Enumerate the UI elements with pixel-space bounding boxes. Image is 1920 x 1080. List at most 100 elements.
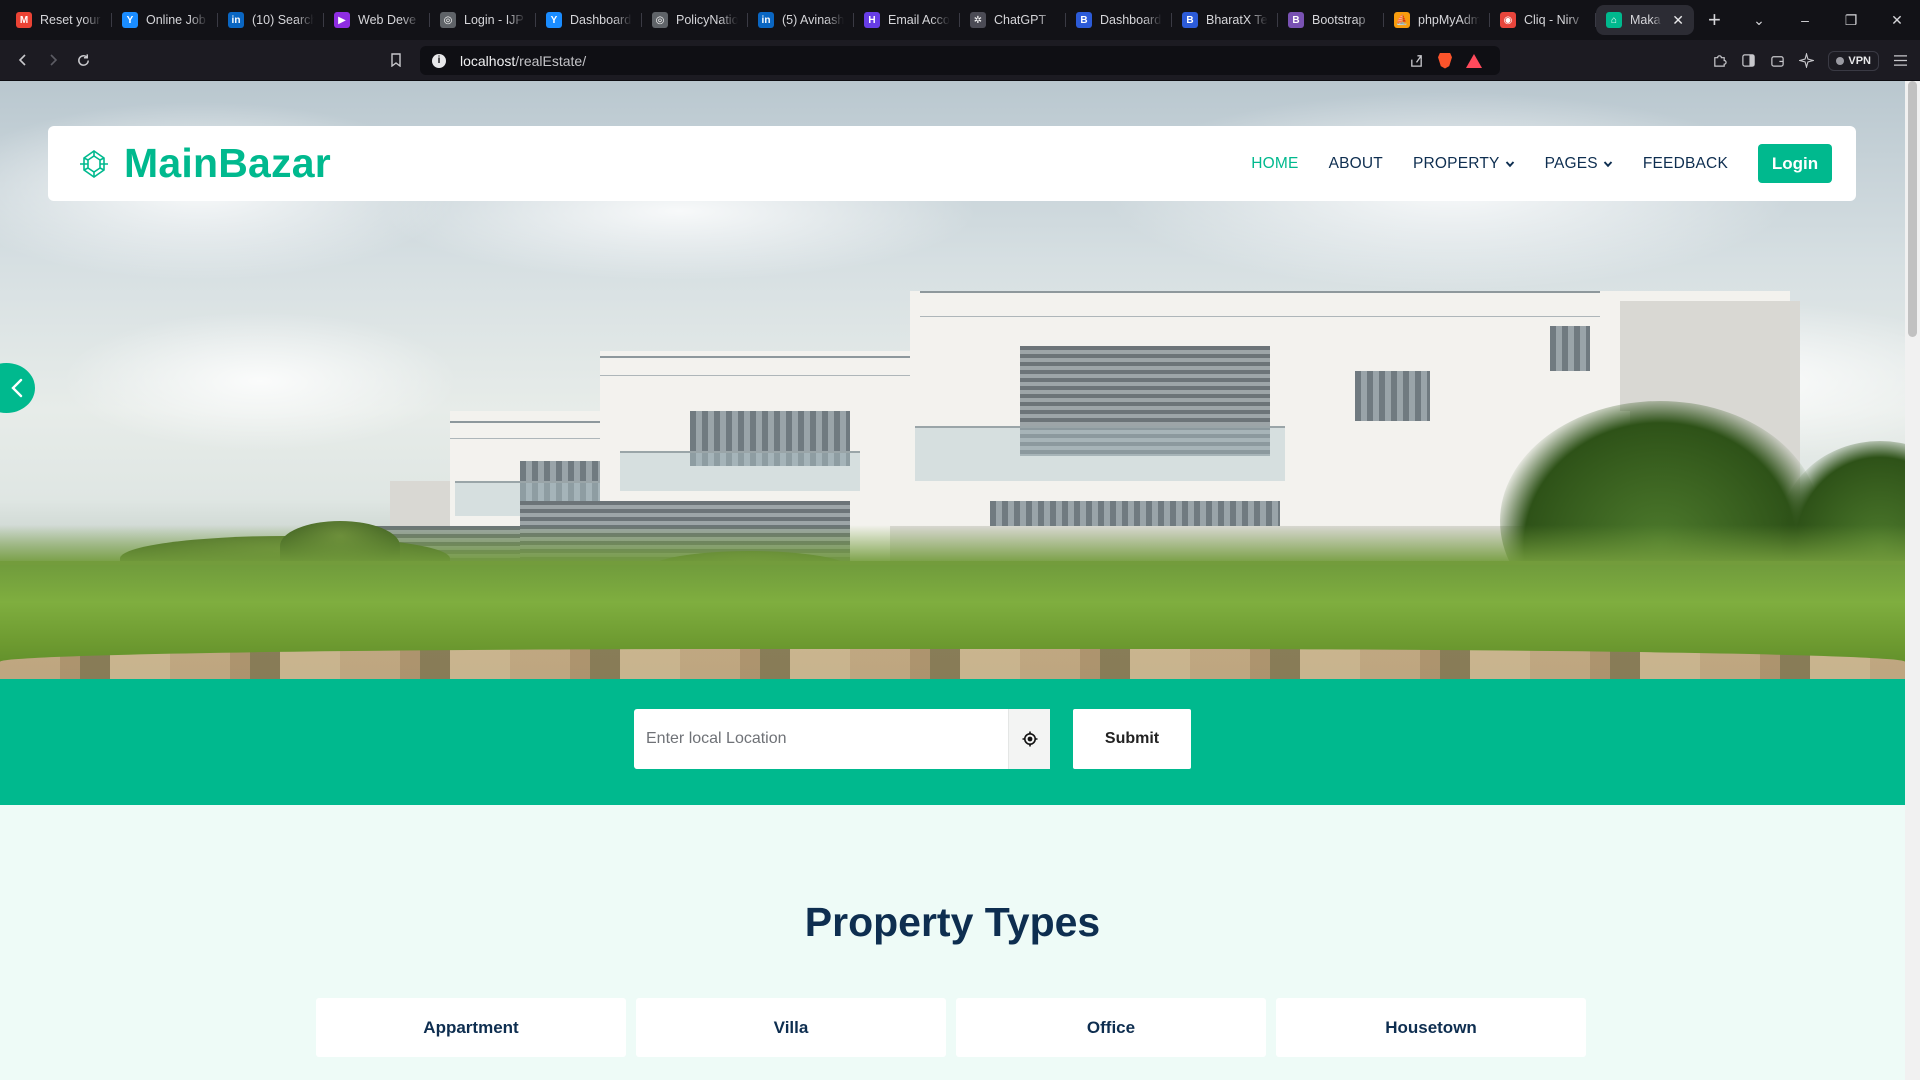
browser-tab[interactable]: M Reset your <box>6 5 112 35</box>
forward-arrow-icon <box>50 54 58 66</box>
browser-tab-title: Dashboard <box>570 13 632 27</box>
share-icon[interactable] <box>1409 53 1424 68</box>
menu-hamburger-icon[interactable] <box>1893 54 1908 67</box>
wallet-icon[interactable] <box>1770 53 1785 68</box>
vpn-button[interactable]: VPN <box>1828 50 1879 71</box>
property-type-card[interactable]: Villa <box>636 998 946 1057</box>
nav-link-feedback[interactable]: FEEDBACK <box>1643 155 1728 173</box>
home-icon: ⌂ <box>1606 12 1622 28</box>
browser-tab-title: PolicyNatio <box>676 13 738 27</box>
nav-link-property[interactable]: PROPERTY <box>1413 155 1515 173</box>
address-bar[interactable]: i localhost/realEstate/ <box>420 46 1500 75</box>
browser-tab-title: Dashboard <box>1100 13 1162 27</box>
browser-tab[interactable]: B BharatX Te <box>1172 5 1278 35</box>
restore-button[interactable]: ❐ <box>1828 12 1874 29</box>
browser-tab[interactable]: ⌂ Maka ✕ <box>1596 5 1694 35</box>
nav-link-label: HOME <box>1251 154 1299 172</box>
browser-tab[interactable]: B Dashboard <box>1066 5 1172 35</box>
location-input[interactable] <box>634 709 1008 769</box>
y-logo-icon: Y <box>546 12 562 28</box>
url-text: localhost/realEstate/ <box>460 53 586 69</box>
locate-me-button[interactable] <box>1008 709 1050 769</box>
address-bar-actions <box>1409 46 1482 75</box>
bookmark-button[interactable] <box>381 45 411 75</box>
browser-tab-title: (10) Search <box>252 13 314 27</box>
page-viewport: MainBazar HOME ABOUT PROPERTY PAGES FEEDBACK… <box>0 81 1905 1080</box>
page-scrollbar[interactable] <box>1905 81 1920 1080</box>
cliq-icon: ◉ <box>1500 12 1516 28</box>
linkedin-icon: in <box>228 12 244 28</box>
browser-tab-title: Maka <box>1630 13 1661 27</box>
browser-tab-title: Online Job <box>146 13 206 27</box>
browser-tab[interactable]: B Bootstrap <box>1278 5 1384 35</box>
browser-tab[interactable]: Y Dashboard <box>536 5 642 35</box>
leo-ai-icon[interactable] <box>1799 53 1815 68</box>
property-type-list: Appartment Villa Office Housetown <box>316 998 1586 1057</box>
gmail-icon: M <box>16 12 32 28</box>
b-logo-icon: B <box>1182 12 1198 28</box>
url-host: localhost <box>460 52 516 69</box>
url-path: /realEstate/ <box>515 52 587 69</box>
close-window-button[interactable]: ✕ <box>1874 12 1920 29</box>
property-type-card[interactable]: Housetown <box>1276 998 1586 1057</box>
property-type-card[interactable]: Appartment <box>316 998 626 1057</box>
scrollbar-thumb[interactable] <box>1908 81 1917 337</box>
nav-link-label: PROPERTY <box>1412 154 1500 172</box>
close-tab-icon[interactable]: ✕ <box>1672 12 1684 29</box>
browser-tab-title: BharatX Te <box>1206 13 1268 27</box>
forward-button[interactable] <box>38 45 68 75</box>
linkedin-icon: in <box>758 12 774 28</box>
property-type-card[interactable]: Office <box>956 998 1266 1057</box>
sidebar-toggle-icon[interactable] <box>1741 53 1756 68</box>
globe-icon: ◎ <box>652 12 668 28</box>
extensions-puzzle-icon[interactable] <box>1712 53 1728 68</box>
browser-tab-title: ChatGPT <box>994 13 1047 27</box>
minimize-button[interactable]: – <box>1782 12 1828 28</box>
browser-tab[interactable]: ▶ Web Deve <box>324 5 430 35</box>
brand-link[interactable]: MainBazar <box>78 140 331 187</box>
nav-link-label: FEEDBACK <box>1642 154 1728 172</box>
vpn-status-icon <box>1836 56 1845 65</box>
nav-link-label: PAGES <box>1544 154 1598 172</box>
b-logo-icon: B <box>1076 12 1092 28</box>
back-button[interactable] <box>8 45 38 75</box>
browser-tab-title: phpMyAdm <box>1418 13 1480 27</box>
window-controls: ⌄ – ❐ ✕ <box>1736 0 1920 40</box>
browser-tab[interactable]: Y Online Job <box>112 5 218 35</box>
new-tab-button[interactable]: + <box>1708 9 1721 31</box>
browser-tab-title: Email Acco <box>888 13 950 27</box>
browser-tab[interactable]: ◎ PolicyNatio <box>642 5 748 35</box>
main-nav: HOME ABOUT PROPERTY PAGES FEEDBACK <box>1221 155 1728 173</box>
login-button[interactable]: Login <box>1758 144 1832 183</box>
browser-tab[interactable]: in (10) Search <box>218 5 324 35</box>
browser-tab[interactable]: ✲ ChatGPT <box>960 5 1066 35</box>
brave-shields-icon[interactable] <box>1438 52 1452 69</box>
browser-tab-title: Reset your <box>40 13 101 27</box>
tab-search-icon[interactable]: ⌄ <box>1736 12 1782 29</box>
brave-rewards-icon[interactable] <box>1466 53 1482 68</box>
browser-tab[interactable]: ⛵ phpMyAdm <box>1384 5 1490 35</box>
chevron-down-icon <box>1603 160 1613 167</box>
y-logo-icon: Y <box>122 12 138 28</box>
browser-tab[interactable]: in (5) Avinash <box>748 5 854 35</box>
browser-tab[interactable]: ◉ Cliq - Nirv <box>1490 5 1596 35</box>
crosshair-location-icon <box>1022 731 1037 747</box>
browser-tab-title: Login - IJP <box>464 13 524 27</box>
submit-button[interactable]: Submit <box>1073 709 1191 769</box>
section-title-property-types: Property Types <box>804 899 1101 945</box>
site-header: MainBazar HOME ABOUT PROPERTY PAGES FEEDBACK… <box>48 126 1856 201</box>
nav-link-pages[interactable]: PAGES <box>1545 155 1613 173</box>
browser-tab[interactable]: H Email Acco <box>854 5 960 35</box>
back-arrow-icon <box>18 54 26 66</box>
chevron-down-icon <box>1505 160 1514 167</box>
bookmark-icon <box>391 53 401 67</box>
browser-tab[interactable]: ◎ Login - IJP <box>430 5 536 35</box>
play-arrow-icon: ▶ <box>334 12 350 28</box>
openai-icon: ✲ <box>970 12 986 28</box>
site-info-icon[interactable]: i <box>432 53 446 68</box>
nav-link-about[interactable]: ABOUT <box>1329 155 1383 173</box>
reload-button[interactable] <box>68 45 98 75</box>
phpmyadmin-icon: ⛵ <box>1394 12 1410 28</box>
nav-link-home[interactable]: HOME <box>1251 155 1298 173</box>
brand-logo-icon <box>80 149 108 178</box>
